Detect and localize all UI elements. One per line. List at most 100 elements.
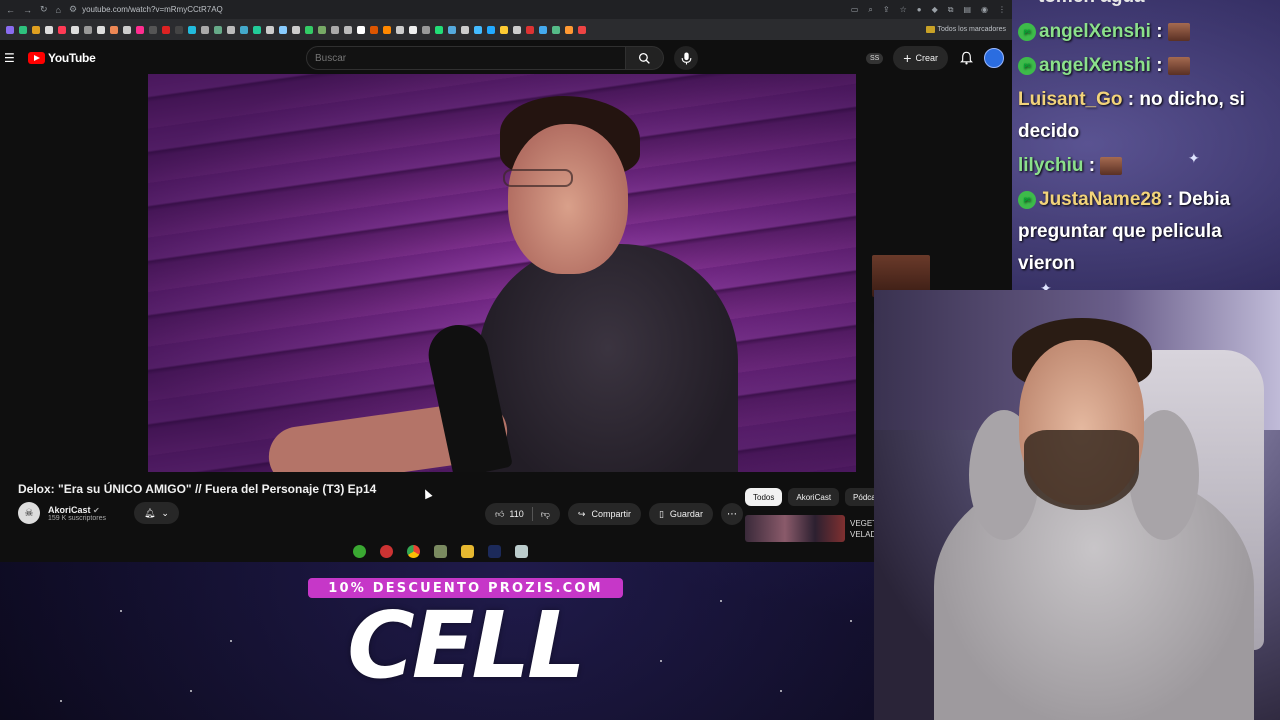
all-bookmarks-folder[interactable]: Todos los marcadores — [925, 26, 1006, 33]
bookmark-icon[interactable] — [84, 25, 92, 34]
bookmark-icon[interactable] — [474, 25, 482, 34]
bookmark-icon[interactable] — [253, 25, 261, 34]
sidebar-icon[interactable]: ▤ — [963, 5, 971, 15]
voice-search-button[interactable] — [674, 46, 698, 70]
app-icon[interactable] — [433, 544, 447, 558]
bookmark-icon[interactable] — [331, 25, 339, 34]
share-button[interactable]: ↪ Compartir — [567, 503, 641, 525]
bookmark-icon[interactable] — [448, 25, 456, 34]
extension-icon[interactable]: ● — [917, 5, 922, 15]
bookmark-icon[interactable] — [461, 25, 469, 34]
ss-badge[interactable]: SS — [865, 52, 884, 64]
bookmark-icon[interactable] — [123, 25, 131, 34]
site-info-icon[interactable]: ⚙ — [69, 4, 77, 15]
bookmark-icon[interactable] — [435, 25, 443, 34]
bookmark-icon[interactable] — [370, 25, 378, 34]
subscription-bell-button[interactable]: 🔔︎ ⌄ — [133, 502, 179, 524]
channel-row: ☠ AkoriCast ✔ 159 K suscriptores 🔔︎ ⌄ — [18, 502, 179, 524]
channel-avatar[interactable]: ☠ — [18, 502, 40, 524]
bookmark-icon[interactable] — [175, 25, 183, 34]
youtube-play-icon — [28, 52, 45, 64]
bookmark-icon[interactable] — [539, 25, 547, 34]
bookmark-icon[interactable] — [201, 25, 209, 34]
bookmark-icon[interactable] — [305, 25, 313, 34]
bookmark-icon[interactable] — [318, 25, 326, 34]
home-icon[interactable]: ⌂ — [56, 5, 61, 15]
bookmark-icon[interactable] — [136, 25, 144, 34]
recommendation-thumbnail[interactable] — [745, 515, 845, 542]
channel-subscribers: 159 K suscriptores — [48, 514, 106, 522]
extension-icon[interactable]: ◆ — [932, 5, 938, 15]
bookmark-icon[interactable] — [396, 25, 404, 34]
folder-icon[interactable] — [460, 544, 474, 558]
chat-username: Luisant_Go — [1018, 89, 1123, 110]
bookmark-icon[interactable] — [344, 25, 352, 34]
chip-akoricast[interactable]: AkoriCast — [788, 488, 840, 506]
share-page-icon[interactable]: ⇪ — [883, 5, 890, 15]
bookmark-icon[interactable] — [487, 25, 495, 34]
like-button[interactable]: 👍︎ 110 — [495, 509, 524, 520]
bookmark-icon[interactable] — [552, 25, 560, 34]
back-icon[interactable]: ← — [6, 5, 15, 15]
bookmark-icon[interactable] — [45, 25, 53, 34]
bookmark-icon[interactable] — [266, 25, 274, 34]
bookmark-icon[interactable] — [422, 25, 430, 34]
bookmark-icon[interactable] — [97, 25, 105, 34]
forward-icon[interactable]: → — [23, 5, 32, 15]
bookmark-icon[interactable] — [162, 25, 170, 34]
bookmark-icon[interactable] — [149, 25, 157, 34]
bookmark-icon[interactable] — [578, 25, 586, 34]
bookmark-icon[interactable] — [19, 25, 27, 34]
bookmark-icon[interactable] — [58, 25, 66, 34]
bookmark-icon[interactable] — [214, 25, 222, 34]
save-button[interactable]: ▯ Guardar — [648, 503, 713, 525]
menu-dots-icon[interactable]: ⋮ — [998, 5, 1006, 15]
bookmark-icon[interactable] — [292, 25, 300, 34]
bookmark-icon[interactable] — [240, 25, 248, 34]
account-avatar[interactable] — [984, 48, 1004, 68]
extensions-puzzle-icon[interactable]: ⧉ — [948, 5, 954, 15]
bookmark-icon[interactable] — [409, 25, 417, 34]
chip-todos[interactable]: Todos — [745, 488, 783, 506]
folder-icon — [925, 26, 935, 33]
thumbs-down-icon[interactable]: 👎︎ — [541, 509, 550, 520]
app-icon[interactable] — [514, 544, 528, 558]
bookmark-icon[interactable] — [110, 25, 118, 34]
emote-icon — [1100, 156, 1123, 175]
app-icon[interactable] — [352, 544, 366, 558]
app-icon[interactable] — [379, 544, 393, 558]
hamburger-menu-icon[interactable]: ☰ — [4, 51, 16, 65]
bookmark-icon[interactable] — [513, 25, 521, 34]
profile-icon[interactable]: ◉ — [981, 5, 988, 15]
promo-code: CELL — [347, 592, 586, 699]
create-button[interactable]: + Crear — [893, 46, 948, 70]
more-actions-icon[interactable]: ⋯ — [720, 503, 743, 525]
bookmark-icon[interactable] — [383, 25, 391, 34]
bookmark-icon[interactable] — [279, 25, 287, 34]
search-button[interactable] — [626, 46, 664, 70]
search-input[interactable] — [306, 46, 626, 70]
bookmark-icon[interactable] — [500, 25, 508, 34]
bookmark-star-icon[interactable]: ☆ — [900, 5, 907, 15]
youtube-logo[interactable]: YouTube — [28, 51, 96, 65]
reload-icon[interactable]: ↻ — [40, 4, 48, 15]
photoshop-icon[interactable] — [487, 544, 501, 558]
url-field[interactable]: ⚙ youtube.com/watch?v=mRmyCCtR7AQ — [69, 4, 843, 15]
bookmark-icon[interactable] — [526, 25, 534, 34]
bookmark-icon[interactable] — [227, 25, 235, 34]
notifications-bell-icon[interactable] — [958, 50, 974, 66]
channel-name[interactable]: AkoriCast ✔ — [48, 505, 106, 515]
video-player[interactable] — [148, 74, 856, 472]
bookmark-icon[interactable] — [71, 25, 79, 34]
bookmark-icon[interactable] — [188, 25, 196, 34]
search-icon — [638, 52, 650, 64]
url-text[interactable]: youtube.com/watch?v=mRmyCCtR7AQ — [82, 5, 223, 14]
zoom-icon[interactable]: ⌕ — [868, 5, 872, 15]
chrome-icon[interactable] — [406, 544, 420, 558]
bookmark-icon[interactable] — [357, 25, 365, 34]
bookmark-icon[interactable] — [32, 25, 40, 34]
cast-icon[interactable]: ▭ — [851, 5, 859, 15]
video-actions: 👍︎ 110 👎︎ ↪ Compartir ▯ Guardar ⋯ — [485, 503, 743, 525]
bookmark-icon[interactable] — [565, 25, 573, 34]
bookmark-icon[interactable] — [6, 25, 14, 34]
